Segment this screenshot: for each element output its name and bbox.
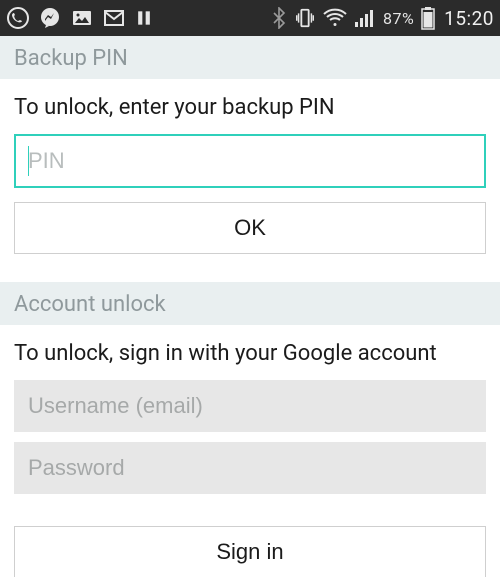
whatsapp-icon (6, 6, 30, 30)
password-input[interactable] (14, 442, 486, 494)
pause-icon (134, 8, 154, 28)
messenger-icon (38, 6, 62, 30)
backup-pin-instruction: To unlock, enter your backup PIN (0, 79, 500, 134)
bluetooth-icon (271, 7, 287, 29)
backup-pin-header: Backup PIN (0, 36, 500, 79)
signin-button[interactable]: Sign in (14, 526, 486, 577)
battery-percentage: 87% (383, 9, 414, 28)
status-clock: 15:20 (444, 7, 494, 30)
status-bar-right: 87% 15:20 (271, 6, 494, 30)
gmail-icon (102, 6, 126, 30)
signal-icon (354, 8, 376, 28)
ok-button[interactable]: OK (14, 202, 486, 254)
wifi-icon (323, 8, 347, 28)
image-icon (70, 6, 94, 30)
vibrate-icon (294, 7, 316, 29)
pin-input[interactable] (14, 134, 486, 188)
battery-icon (421, 6, 435, 30)
status-bar: 87% 15:20 (0, 0, 500, 36)
account-unlock-instruction: To unlock, sign in with your Google acco… (0, 325, 500, 380)
account-unlock-header: Account unlock (0, 282, 500, 325)
status-bar-left (6, 6, 154, 30)
username-input[interactable] (14, 380, 486, 432)
